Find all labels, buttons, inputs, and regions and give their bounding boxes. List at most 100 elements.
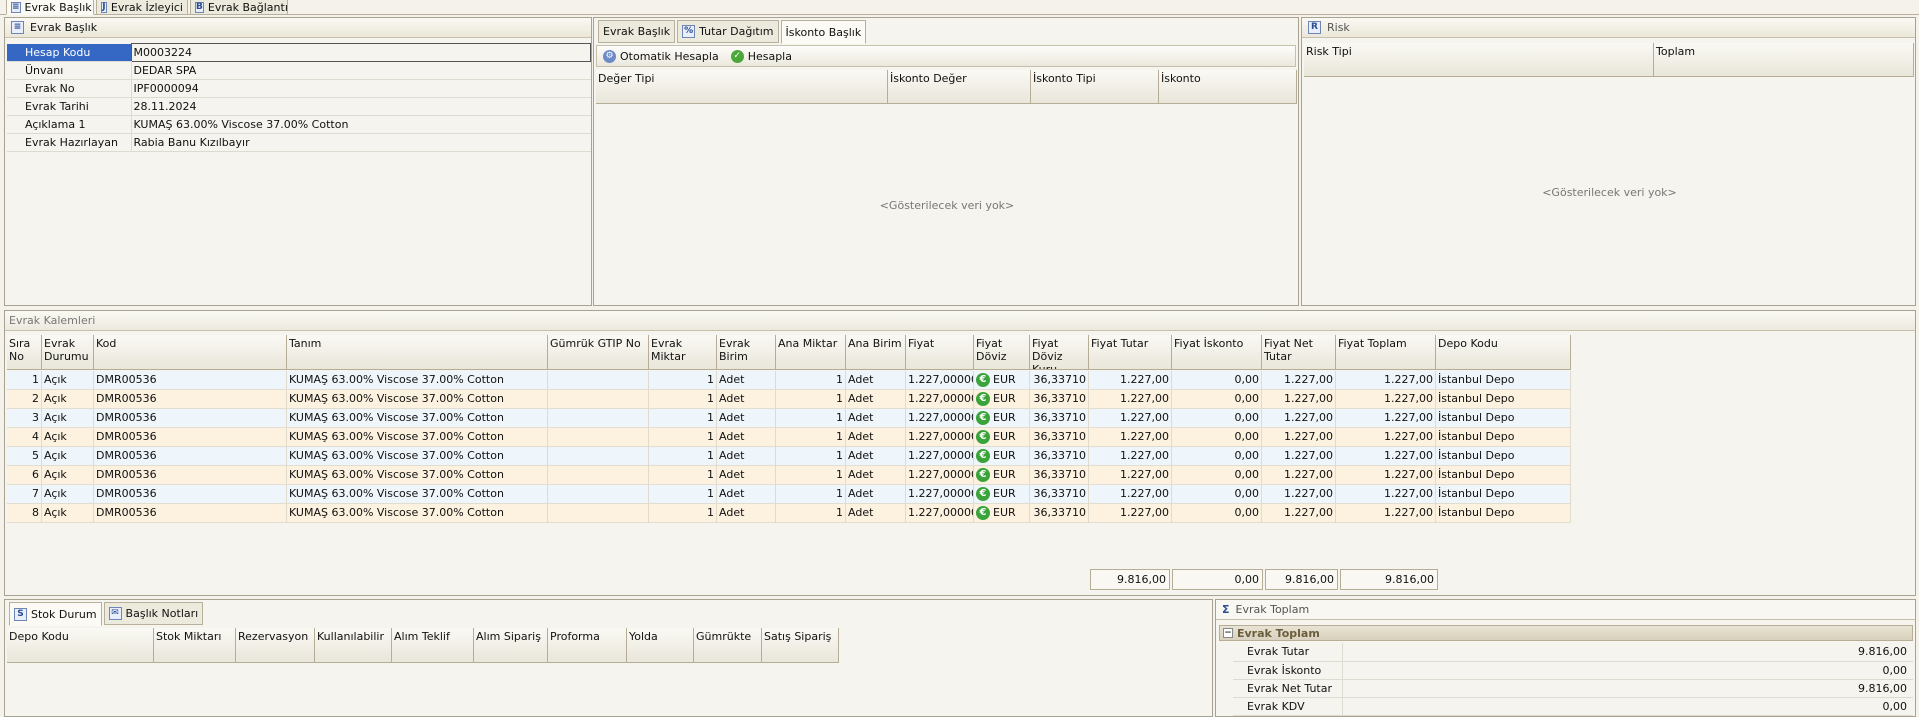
tab-baslik-notlari[interactable]: ✉ Başlık Notları xyxy=(103,602,204,625)
table-cell[interactable]: 1.227,00 xyxy=(1262,390,1336,408)
table-cell[interactable]: DMR00536 xyxy=(94,390,287,408)
table-row[interactable]: 5 Açık DMR00536 KUMAŞ 63.00% Viscose 37.00%… xyxy=(7,447,1571,466)
table-cell[interactable]: DMR00536 xyxy=(94,504,287,522)
column-header[interactable]: Fiyat Net Tutar xyxy=(1262,335,1336,369)
table-cell[interactable]: KUMAŞ 63.00% Viscose 37.00% Cotton xyxy=(287,447,548,465)
table-cell[interactable]: 1 xyxy=(776,447,846,465)
column-header[interactable]: Fiyat Tutar xyxy=(1089,335,1172,369)
table-row[interactable]: 8 Açık DMR00536 KUMAŞ 63.00% Viscose 37.00%… xyxy=(7,504,1571,523)
table-cell[interactable]: Adet xyxy=(846,504,906,522)
column-header[interactable]: Depo Kodu xyxy=(7,628,154,662)
column-header[interactable]: Evrak Birim xyxy=(717,335,776,369)
table-cell[interactable]: 1.227,00 xyxy=(1336,428,1436,446)
column-header[interactable]: İskonto Değer xyxy=(888,70,1031,103)
table-cell[interactable]: 0,00 xyxy=(1172,485,1262,503)
table-cell[interactable]: 1.227,00 xyxy=(1089,409,1172,427)
table-cell[interactable] xyxy=(548,485,649,503)
table-cell[interactable]: 1.227,00000 xyxy=(906,428,974,446)
table-cell[interactable]: 1 xyxy=(776,409,846,427)
table-cell[interactable]: Adet xyxy=(717,447,776,465)
table-cell[interactable]: 36,33710 xyxy=(1030,390,1089,408)
totals-group-header[interactable]: − Evrak Toplam xyxy=(1219,625,1913,641)
table-cell[interactable]: 3 xyxy=(7,409,42,427)
column-header[interactable]: Kod xyxy=(94,335,287,369)
table-cell[interactable]: 36,33710 xyxy=(1030,447,1089,465)
header-field-row[interactable]: Ünvanı DEDAR SPA xyxy=(7,61,591,80)
table-cell[interactable]: 1 xyxy=(649,428,717,446)
table-cell[interactable]: 1.227,00 xyxy=(1336,466,1436,484)
table-cell[interactable]: € EUR xyxy=(974,447,1030,465)
table-cell[interactable]: 1 xyxy=(649,371,717,389)
table-cell[interactable] xyxy=(548,466,649,484)
column-header[interactable]: Toplam xyxy=(1654,43,1914,76)
column-header[interactable]: İskonto Tipi xyxy=(1031,70,1159,103)
tab-tutar-dagitim[interactable]: % Tutar Dağıtım xyxy=(677,20,779,43)
table-cell[interactable]: 1 xyxy=(776,371,846,389)
table-cell[interactable]: Adet xyxy=(717,371,776,389)
column-header[interactable]: Risk Tipi xyxy=(1304,43,1654,76)
column-header[interactable]: Kullanılabilir xyxy=(315,628,392,662)
column-header[interactable]: Gümrükte xyxy=(694,628,762,662)
column-header[interactable]: Ana Birim xyxy=(846,335,906,369)
table-cell[interactable]: Adet xyxy=(846,428,906,446)
field-value[interactable]: Rabia Banu Kızılbayır xyxy=(130,133,591,152)
table-cell[interactable]: Adet xyxy=(846,371,906,389)
table-cell[interactable]: 1.227,00000 xyxy=(906,371,974,389)
table-cell[interactable]: 1 xyxy=(649,409,717,427)
table-cell[interactable]: 1.227,00000 xyxy=(906,409,974,427)
column-header[interactable]: Proforma xyxy=(548,628,627,662)
table-cell[interactable]: 1.227,00 xyxy=(1089,371,1172,389)
table-cell[interactable]: 0,00 xyxy=(1172,504,1262,522)
table-cell[interactable]: 1 xyxy=(776,466,846,484)
table-cell[interactable]: 36,33710 xyxy=(1030,466,1089,484)
table-cell[interactable]: 1.227,00 xyxy=(1336,504,1436,522)
table-row[interactable]: 7 Açık DMR00536 KUMAŞ 63.00% Viscose 37.00%… xyxy=(7,485,1571,504)
table-cell[interactable]: 1.227,00 xyxy=(1089,466,1172,484)
header-field-row[interactable]: Evrak No IPF0000094 xyxy=(7,79,591,98)
totals-row[interactable]: Evrak Net Tutar 9.816,00 xyxy=(1233,679,1913,698)
header-field-row[interactable]: Açıklama 1 KUMAŞ 63.00% Viscose 37.00% Co… xyxy=(7,115,591,134)
table-cell[interactable]: Açık xyxy=(42,504,94,522)
tab-iskonto-baslik[interactable]: İskonto Başlık xyxy=(780,20,867,44)
table-cell[interactable]: 0,00 xyxy=(1172,428,1262,446)
table-row[interactable]: 2 Açık DMR00536 KUMAŞ 63.00% Viscose 37.00%… xyxy=(7,390,1571,409)
table-cell[interactable]: KUMAŞ 63.00% Viscose 37.00% Cotton xyxy=(287,466,548,484)
table-cell[interactable]: Adet xyxy=(717,428,776,446)
table-cell[interactable]: € EUR xyxy=(974,466,1030,484)
table-cell[interactable]: 1 xyxy=(649,466,717,484)
table-row[interactable]: 4 Açık DMR00536 KUMAŞ 63.00% Viscose 37.00%… xyxy=(7,428,1571,447)
header-field-row[interactable]: Hesap Kodu M0003224 xyxy=(7,43,591,62)
table-cell[interactable]: İstanbul Depo xyxy=(1436,447,1571,465)
tab-evrak-baglanti[interactable]: B Evrak Bağlantı xyxy=(190,0,288,15)
table-cell[interactable]: Adet xyxy=(846,390,906,408)
column-header[interactable]: Tanım xyxy=(287,335,548,369)
field-value[interactable]: KUMAŞ 63.00% Viscose 37.00% Cotton xyxy=(130,115,591,134)
table-cell[interactable]: KUMAŞ 63.00% Viscose 37.00% Cotton xyxy=(287,485,548,503)
table-cell[interactable]: İstanbul Depo xyxy=(1436,428,1571,446)
column-header[interactable]: Fiyat Toplam xyxy=(1336,335,1436,369)
table-cell[interactable]: 1.227,00 xyxy=(1089,390,1172,408)
table-cell[interactable]: DMR00536 xyxy=(94,428,287,446)
field-value[interactable]: IPF0000094 xyxy=(130,79,591,98)
table-cell[interactable]: 1 xyxy=(649,390,717,408)
table-cell[interactable]: € EUR xyxy=(974,409,1030,427)
table-cell[interactable]: Adet xyxy=(846,466,906,484)
table-cell[interactable]: 1 xyxy=(649,485,717,503)
table-cell[interactable]: DMR00536 xyxy=(94,485,287,503)
table-cell[interactable]: 5 xyxy=(7,447,42,465)
column-header[interactable]: Değer Tipi xyxy=(596,70,888,103)
field-value[interactable]: M0003224 xyxy=(130,43,591,62)
table-cell[interactable]: 1.227,00 xyxy=(1089,447,1172,465)
table-cell[interactable]: 1 xyxy=(776,504,846,522)
calc-button[interactable]: ✓ Hesapla xyxy=(725,46,798,66)
table-cell[interactable]: 4 xyxy=(7,428,42,446)
table-cell[interactable]: KUMAŞ 63.00% Viscose 37.00% Cotton xyxy=(287,428,548,446)
column-header[interactable]: Ana Miktar xyxy=(776,335,846,369)
table-cell[interactable]: 1 xyxy=(776,390,846,408)
table-cell[interactable]: 36,33710 xyxy=(1030,504,1089,522)
table-cell[interactable]: 1.227,00 xyxy=(1262,504,1336,522)
table-cell[interactable]: € EUR xyxy=(974,485,1030,503)
table-cell[interactable]: 1.227,00 xyxy=(1089,428,1172,446)
table-cell[interactable]: İstanbul Depo xyxy=(1436,485,1571,503)
table-cell[interactable]: 0,00 xyxy=(1172,447,1262,465)
